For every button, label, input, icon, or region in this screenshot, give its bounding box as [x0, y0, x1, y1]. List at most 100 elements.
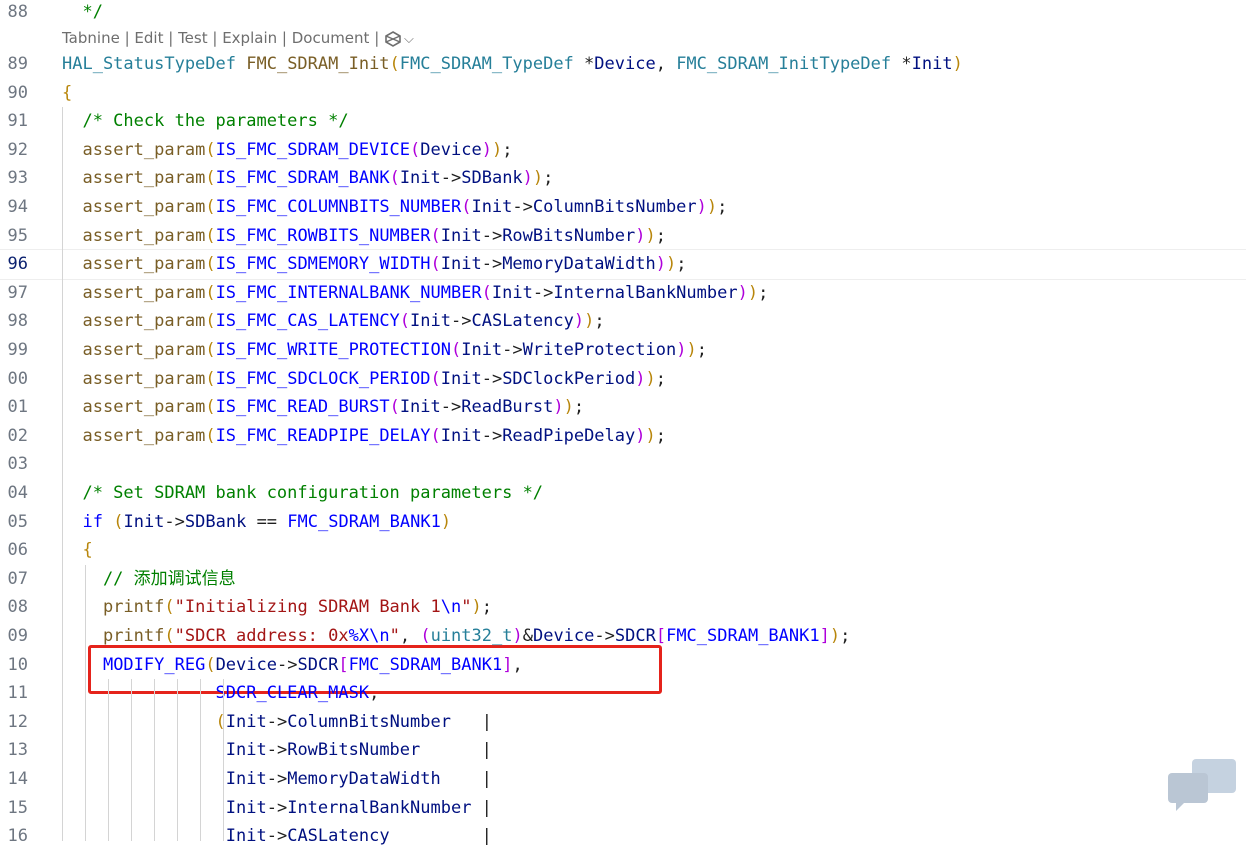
indent-guide [223, 679, 224, 841]
code-text: printf("SDCR address: 0x%X\n", (uint32_t… [102, 626, 851, 646]
code-line[interactable]: 11 SDCR_CLEAR_MASK, [0, 679, 1246, 708]
line-number: 13 [7, 740, 28, 761]
line-number: 95 [7, 225, 28, 246]
codelens-separator: | [369, 29, 385, 47]
code-line[interactable]: 96 assert_param(IS_FMC_SDMEMORY_WIDTH(In… [0, 249, 1246, 280]
indent-guide [177, 679, 178, 841]
code-text: Init->RowBitsNumber | [225, 740, 492, 761]
indent-guide [200, 679, 201, 841]
line-number: 02 [7, 425, 28, 446]
line-number: 94 [7, 197, 28, 217]
line-number: 07 [7, 568, 28, 589]
line-number: 88 [7, 2, 28, 22]
codelens-edit[interactable]: Edit [134, 29, 163, 47]
line-number: 99 [7, 340, 28, 360]
code-line[interactable]: 91 /* Check the parameters */ [0, 107, 1246, 136]
code-line[interactable]: 06 { [0, 536, 1246, 565]
codelens-separator: | [163, 29, 179, 47]
code-text: assert_param(IS_FMC_SDRAM_BANK(Init->SDB… [82, 168, 554, 189]
code-text: assert_param(IS_FMC_SDMEMORY_WIDTH(Init-… [82, 254, 687, 275]
code-line[interactable]: 88 */ [0, 0, 1246, 27]
code-line[interactable]: 98 assert_param(IS_FMC_CAS_LATENCY(Init-… [0, 307, 1246, 336]
code-line[interactable]: 97 assert_param(IS_FMC_INTERNALBANK_NUMB… [0, 279, 1246, 308]
code-line[interactable]: 07 // 添加调试信息 [0, 565, 1246, 594]
indent-guide [108, 679, 109, 841]
codelens-tabnine[interactable]: Tabnine [62, 29, 120, 47]
code-line[interactable]: 02 assert_param(IS_FMC_READPIPE_DELAY(In… [0, 422, 1246, 451]
code-line[interactable]: 09 printf("SDCR address: 0x%X\n", (uint3… [0, 622, 1246, 651]
code-line[interactable]: 99 assert_param(IS_FMC_WRITE_PROTECTION(… [0, 336, 1246, 365]
code-editor[interactable]: Tabnine | Edit | Test | Explain | Docume… [0, 0, 1246, 846]
code-text: // 添加调试信息 [62, 568, 236, 589]
code-text: assert_param(IS_FMC_CAS_LATENCY(Init->CA… [82, 311, 605, 332]
indent-guide [131, 679, 132, 841]
tabnine-logo-icon[interactable] [384, 30, 402, 47]
code-line[interactable]: 12 (Init->ColumnBitsNumber | [0, 708, 1246, 737]
code-text: assert_param(IS_FMC_SDCLOCK_PERIOD(Init-… [82, 368, 666, 389]
code-text: assert_param(IS_FMC_READ_BURST(Init->Rea… [82, 397, 585, 418]
line-number: 91 [7, 111, 28, 132]
code-text: SDCR_CLEAR_MASK, [215, 683, 380, 704]
line-number: 14 [7, 769, 28, 789]
code-text: HAL_StatusTypeDef FMC_SDRAM_Init(FMC_SDR… [62, 54, 963, 74]
line-number: 89 [7, 54, 28, 74]
code-line[interactable]: 93 assert_param(IS_FMC_SDRAM_BANK(Init->… [0, 164, 1246, 193]
line-number: 01 [7, 397, 28, 418]
line-number: 12 [7, 711, 28, 732]
code-text: (Init->ColumnBitsNumber | [215, 711, 492, 732]
code-text: assert_param(IS_FMC_WRITE_PROTECTION(Ini… [82, 340, 707, 360]
line-number: 97 [7, 282, 28, 303]
code-line[interactable]: 92 assert_param(IS_FMC_SDRAM_DEVICE(Devi… [0, 136, 1246, 165]
code-line[interactable]: 10 MODIFY_REG(Device->SDCR[FMC_SDRAM_BAN… [0, 651, 1246, 680]
line-number: 09 [7, 626, 28, 646]
code-line[interactable]: 08 printf("Initializing SDRAM Bank 1\n")… [0, 593, 1246, 622]
line-number: 06 [7, 540, 28, 561]
codelens-test[interactable]: Test [178, 29, 208, 47]
code-line[interactable]: 04 /* Set SDRAM bank configuration param… [0, 479, 1246, 508]
line-number: 11 [7, 683, 28, 704]
code-text: assert_param(IS_FMC_READPIPE_DELAY(Init-… [82, 425, 666, 446]
code-line[interactable]: 01 assert_param(IS_FMC_READ_BURST(Init->… [0, 393, 1246, 422]
code-line[interactable]: 00 assert_param(IS_FMC_SDCLOCK_PERIOD(In… [0, 365, 1246, 394]
line-number: 08 [7, 597, 28, 618]
code-line[interactable]: 03 [0, 450, 1246, 479]
codelens-explain[interactable]: Explain [222, 29, 277, 47]
line-number: 16 [7, 826, 28, 847]
indent-guide [62, 107, 63, 841]
code-line[interactable]: 13 Init->RowBitsNumber | [0, 736, 1246, 765]
code-line[interactable]: 90 { [0, 79, 1246, 108]
code-text: /* Set SDRAM bank configuration paramete… [62, 483, 544, 503]
code-line[interactable]: 16 Init->CASLatency | [0, 822, 1246, 851]
code-text: assert_param(IS_FMC_INTERNALBANK_NUMBER(… [82, 282, 769, 303]
line-number: 15 [7, 797, 28, 818]
code-line[interactable]: 89 HAL_StatusTypeDef FMC_SDRAM_Init(FMC_S… [0, 50, 1246, 79]
indent-guide [154, 679, 155, 841]
line-number: 98 [7, 311, 28, 332]
code-text: { [62, 82, 73, 103]
code-line[interactable]: 14 Init->MemoryDataWidth | [0, 765, 1246, 794]
code-text: */ [62, 2, 103, 22]
codelens-separator: | [119, 29, 135, 47]
code-text: Init->MemoryDataWidth | [225, 769, 492, 789]
codelens-separator: | [207, 29, 223, 47]
codelens-document[interactable]: Document [292, 29, 370, 47]
line-number: 93 [7, 168, 28, 189]
line-number: 03 [7, 454, 28, 475]
line-number: 04 [7, 483, 28, 503]
code-text: assert_param(IS_FMC_COLUMNBITS_NUMBER(In… [82, 197, 728, 217]
code-text: Init->InternalBankNumber | [225, 797, 492, 818]
code-line[interactable]: 95 assert_param(IS_FMC_ROWBITS_NUMBER(In… [0, 222, 1246, 251]
code-text: { [82, 540, 93, 561]
code-text: /* Check the parameters */ [62, 111, 349, 132]
code-text: Init->CASLatency | [225, 826, 492, 847]
line-number: 90 [7, 82, 28, 103]
line-number: 96 [7, 254, 28, 275]
code-text: assert_param(IS_FMC_SDRAM_DEVICE(Device)… [82, 139, 513, 160]
code-line[interactable]: 15 Init->InternalBankNumber | [0, 794, 1246, 823]
codelens-separator: | [277, 29, 292, 47]
indent-guide [85, 564, 86, 841]
code-text: assert_param(IS_FMC_ROWBITS_NUMBER(Init-… [82, 225, 666, 246]
chevron-down-icon[interactable]: ⌵ [404, 32, 414, 47]
code-line[interactable]: 94 assert_param(IS_FMC_COLUMNBITS_NUMBER… [0, 193, 1246, 222]
code-line[interactable]: 05 if (Init->SDBank == FMC_SDRAM_BANK1) [0, 508, 1246, 537]
